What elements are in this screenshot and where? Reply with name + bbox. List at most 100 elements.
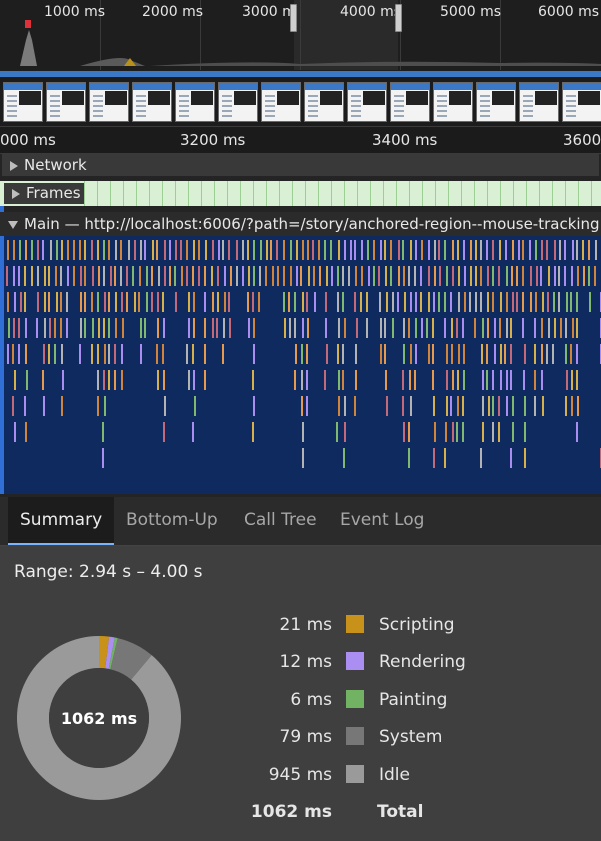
flame-event[interactable] [224, 266, 226, 286]
flame-event[interactable] [392, 292, 394, 312]
flame-event[interactable] [139, 266, 141, 286]
flame-event[interactable] [98, 318, 100, 338]
flame-event[interactable] [470, 240, 472, 260]
flame-event[interactable] [576, 240, 578, 260]
flame-event[interactable] [198, 266, 200, 286]
flame-event[interactable] [506, 266, 508, 286]
flame-event[interactable] [350, 240, 352, 260]
flame-event[interactable] [594, 266, 596, 286]
flame-event[interactable] [482, 422, 484, 442]
flame-event[interactable] [92, 266, 94, 286]
flame-event[interactable] [7, 240, 9, 260]
flame-event[interactable] [344, 318, 346, 338]
flame-event[interactable] [547, 292, 549, 312]
flame-event[interactable] [415, 344, 417, 364]
flame-event[interactable] [361, 240, 363, 260]
flame-event[interactable] [470, 266, 472, 286]
flame-event[interactable] [438, 240, 440, 260]
flame-event[interactable] [402, 370, 404, 390]
flame-event[interactable] [104, 344, 106, 364]
flame-event[interactable] [157, 370, 159, 390]
flame-event[interactable] [576, 370, 578, 390]
overview-left-handle[interactable] [290, 4, 297, 32]
flame-event[interactable] [192, 344, 194, 364]
flame-event[interactable] [8, 318, 10, 338]
flame-event[interactable] [91, 240, 93, 260]
flame-event[interactable] [121, 292, 123, 312]
flame-event[interactable] [36, 318, 38, 338]
flame-event[interactable] [452, 240, 454, 260]
flame-event[interactable] [404, 292, 406, 312]
flame-event[interactable] [408, 318, 410, 338]
flame-event[interactable] [44, 266, 46, 286]
flame-event[interactable] [24, 396, 26, 416]
filmstrip-thumbnail[interactable] [175, 82, 215, 122]
flame-event[interactable] [506, 396, 508, 416]
flame-event[interactable] [217, 292, 219, 312]
flame-event[interactable] [446, 266, 448, 286]
flame-event[interactable] [294, 318, 296, 338]
flame-event[interactable] [565, 396, 567, 416]
flame-event[interactable] [44, 318, 46, 338]
flame-event[interactable] [499, 240, 501, 260]
flame-event[interactable] [31, 266, 33, 286]
flame-event[interactable] [540, 266, 542, 286]
flame-event[interactable] [7, 344, 9, 364]
flame-event[interactable] [204, 370, 206, 390]
flame-event[interactable] [290, 266, 292, 286]
flame-event[interactable] [576, 422, 578, 442]
flame-event[interactable] [464, 266, 466, 286]
expand-arrow-icon[interactable] [10, 160, 18, 171]
flame-event[interactable] [462, 318, 464, 338]
flame-event[interactable] [103, 370, 105, 390]
flame-event[interactable] [475, 292, 477, 312]
flame-event[interactable] [140, 344, 142, 364]
flame-event[interactable] [97, 292, 99, 312]
flame-event[interactable] [186, 344, 188, 364]
flame-event[interactable] [566, 292, 568, 312]
flame-event[interactable] [169, 240, 171, 260]
flame-event[interactable] [588, 240, 590, 260]
flame-event[interactable] [108, 370, 110, 390]
flame-event[interactable] [486, 370, 488, 390]
flame-event[interactable] [492, 396, 494, 416]
flame-event[interactable] [588, 266, 590, 286]
flame-event[interactable] [338, 318, 340, 338]
flame-event[interactable] [342, 344, 344, 364]
flame-event[interactable] [6, 266, 8, 286]
flame-event[interactable] [114, 344, 116, 364]
timeline-overview[interactable]: 1000 ms 2000 ms 3000 m 4000 ms 5000 ms 6… [0, 0, 601, 78]
flame-event[interactable] [380, 344, 382, 364]
flame-event[interactable] [295, 344, 297, 364]
flame-event[interactable] [482, 396, 484, 416]
flame-event[interactable] [510, 344, 512, 364]
flame-event[interactable] [494, 344, 496, 364]
flame-event[interactable] [432, 344, 434, 364]
flame-event[interactable] [354, 292, 356, 312]
flame-event[interactable] [446, 370, 448, 390]
flame-event[interactable] [408, 422, 410, 442]
flame-event[interactable] [534, 318, 536, 338]
flame-event[interactable] [450, 396, 452, 416]
tab-summary[interactable]: Summary [8, 497, 115, 545]
flame-event[interactable] [18, 318, 20, 338]
flame-event[interactable] [541, 344, 543, 364]
flame-event[interactable] [266, 240, 268, 260]
flame-event[interactable] [181, 266, 183, 286]
network-track-header[interactable]: Network [2, 154, 599, 176]
flame-event[interactable] [115, 318, 117, 338]
flame-event[interactable] [7, 292, 9, 312]
flame-event[interactable] [373, 266, 375, 286]
flame-event[interactable] [565, 344, 567, 364]
flame-event[interactable] [385, 266, 387, 286]
flame-event[interactable] [566, 370, 568, 390]
flame-event[interactable] [366, 318, 368, 338]
flame-event[interactable] [294, 370, 296, 390]
flame-event[interactable] [188, 318, 190, 338]
flame-event[interactable] [13, 266, 15, 286]
flame-event[interactable] [302, 318, 304, 338]
flame-event[interactable] [457, 370, 459, 390]
filmstrip-thumbnail[interactable] [347, 82, 387, 122]
flame-event[interactable] [338, 370, 340, 390]
flame-event[interactable] [48, 344, 50, 364]
